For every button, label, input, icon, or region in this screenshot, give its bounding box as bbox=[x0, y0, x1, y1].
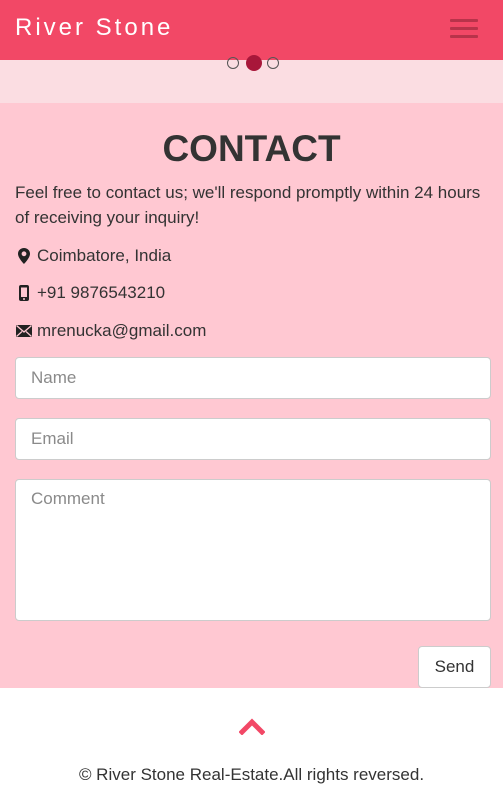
phone-row: +91 9876543210 bbox=[15, 282, 165, 304]
email-input[interactable] bbox=[15, 418, 491, 460]
contact-intro-text: Feel free to contact us; we'll respond p… bbox=[15, 183, 481, 227]
chevron-up-icon[interactable] bbox=[239, 717, 265, 735]
location-text: Coimbatore, India bbox=[37, 246, 172, 265]
name-input[interactable] bbox=[15, 357, 491, 399]
contact-section: CONTACT Feel free to contact us; we'll r… bbox=[0, 103, 503, 688]
carousel-indicator-3[interactable] bbox=[267, 57, 279, 69]
hamburger-icon-bar bbox=[450, 27, 478, 30]
navbar: River Stone bbox=[0, 0, 503, 60]
hamburger-menu-button[interactable] bbox=[446, 13, 482, 45]
brand-logo-text[interactable]: River Stone bbox=[15, 14, 173, 42]
mobile-phone-icon bbox=[19, 285, 29, 301]
hamburger-icon-bar bbox=[450, 35, 478, 38]
carousel-indicator-1[interactable] bbox=[227, 57, 239, 69]
footer: © River Stone Real-Estate.All rights rev… bbox=[0, 688, 503, 791]
send-button[interactable]: Send bbox=[418, 646, 491, 688]
carousel-indicator-2-active[interactable] bbox=[246, 55, 262, 71]
email-row: mrenucka@gmail.com bbox=[15, 320, 206, 342]
envelope-icon bbox=[16, 324, 32, 337]
map-marker-icon bbox=[18, 248, 30, 264]
copyright-text: © River Stone Real-Estate.All rights rev… bbox=[78, 765, 425, 784]
phone-text: +91 9876543210 bbox=[37, 283, 166, 302]
email-text: mrenucka@gmail.com bbox=[37, 321, 207, 340]
hamburger-icon-bar bbox=[450, 19, 478, 22]
comment-textarea[interactable] bbox=[15, 479, 491, 621]
location-row: Coimbatore, India bbox=[15, 245, 171, 267]
contact-title: CONTACT bbox=[162, 128, 341, 169]
